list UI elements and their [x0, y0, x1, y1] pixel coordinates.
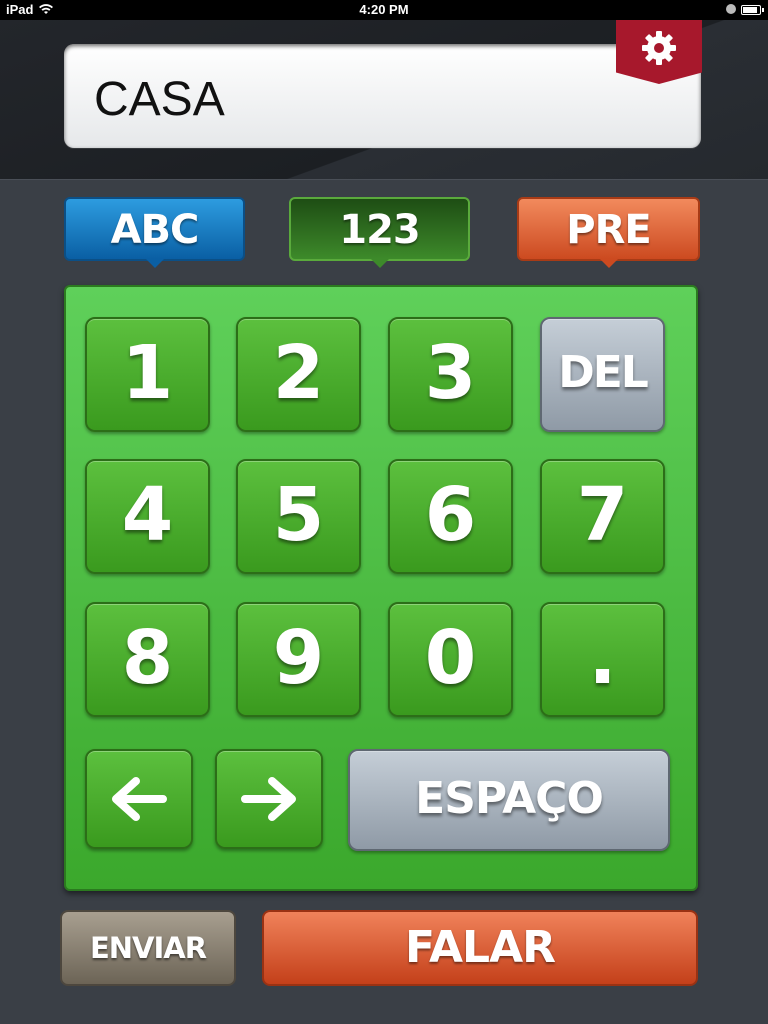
status-time: 4:20 PM: [359, 2, 409, 17]
speak-button[interactable]: FALAR: [262, 910, 698, 986]
key-decimal-point[interactable]: .: [540, 602, 665, 717]
arrow-left-icon: [112, 777, 167, 821]
battery-icon: [741, 5, 764, 15]
send-button[interactable]: ENVIAR: [60, 910, 236, 986]
text-display[interactable]: CASA: [64, 44, 701, 148]
key-7[interactable]: 7: [540, 459, 665, 574]
settings-button[interactable]: [616, 20, 702, 84]
arrow-right-icon: [241, 777, 296, 821]
key-1[interactable]: 1: [85, 317, 210, 432]
key-4[interactable]: 4: [85, 459, 210, 574]
cursor-right-button[interactable]: [215, 749, 323, 849]
key-6[interactable]: 6: [388, 459, 513, 574]
status-bar: iPad 4:20 PM: [0, 0, 768, 20]
key-3[interactable]: 3: [388, 317, 513, 432]
gear-icon: [642, 31, 676, 65]
key-0[interactable]: 0: [388, 602, 513, 717]
orientation-lock-icon: [726, 4, 736, 14]
key-9[interactable]: 9: [236, 602, 361, 717]
tab-abc[interactable]: ABC: [64, 197, 245, 268]
delete-button[interactable]: DEL: [540, 317, 665, 432]
key-5[interactable]: 5: [236, 459, 361, 574]
key-8[interactable]: 8: [85, 602, 210, 717]
battery-fill: [743, 7, 758, 13]
numeric-keypad: 1 2 3 DEL 4 5 6 7 8 9 0 . ESPAÇO: [64, 285, 698, 891]
display-text: CASA: [94, 73, 225, 126]
key-2[interactable]: 2: [236, 317, 361, 432]
tab-pre[interactable]: PRE: [517, 197, 700, 268]
tab-numbers[interactable]: 123: [289, 197, 470, 268]
cursor-left-button[interactable]: [85, 749, 193, 849]
space-button[interactable]: ESPAÇO: [348, 749, 670, 851]
